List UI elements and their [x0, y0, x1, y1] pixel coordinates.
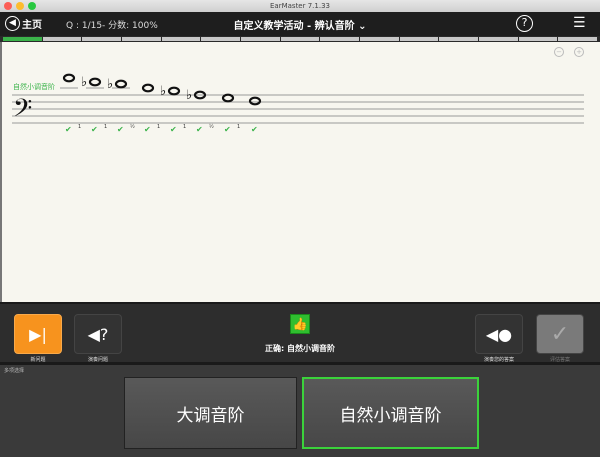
progress-segment: [280, 37, 320, 41]
title-bar: EarMaster 7.1.33: [0, 0, 600, 12]
whole-note: [167, 86, 181, 96]
interval-label: 1: [104, 124, 108, 130]
progress-segment: [42, 37, 82, 41]
control-panel: ▶| 新问题 ◀? 演奏问题 👍 正确: 自然小调音阶 ◀● 演奏您的答案 ✓ …: [0, 302, 600, 365]
progress-segment: [479, 37, 518, 41]
progress-segment: [320, 37, 360, 41]
interval-label: 1: [237, 124, 241, 130]
whole-note: [88, 77, 102, 87]
interval-label: ½: [130, 124, 135, 130]
speaker-question-icon: ◀?: [87, 324, 109, 344]
checkmark-icon: ✓: [550, 321, 570, 347]
flat-icon: ♭: [186, 88, 192, 103]
whole-note: [114, 79, 128, 89]
new-question-label: 新问题: [30, 357, 46, 363]
notation-area: − + 自然小调音阶 𝄢 ♭ ♭ ♭ ♭ ✔ 1 ✔ 1 ✔ ½ ✔ 1 ✔ 1 ✔ ½ ✔ 1 ✔: [0, 42, 600, 302]
speaker-person-icon: ◀●: [485, 324, 513, 344]
window-title: EarMaster 7.1.33: [270, 2, 330, 10]
progress-segment: [399, 37, 439, 41]
chevron-down-icon: ⌄: [358, 21, 367, 32]
whole-note: [248, 96, 262, 106]
correct-check-icon: ✔: [170, 125, 177, 134]
correct-check-icon: ✔: [117, 125, 124, 134]
whole-note: [221, 93, 235, 103]
flat-icon: ♭: [81, 75, 87, 90]
interval-label: 1: [183, 124, 187, 130]
correct-check-icon: ✔: [224, 125, 231, 134]
correct-check-icon: ✔: [196, 125, 203, 134]
correct-check-icon: ✔: [251, 125, 258, 134]
answer-option-major[interactable]: 大调音阶: [124, 377, 297, 449]
progress-segment: [3, 37, 42, 41]
progress-segment: [122, 37, 161, 41]
play-answer-label: 演奏您的答案: [483, 357, 514, 363]
close-window-button[interactable]: [4, 2, 12, 10]
progress-segment: [241, 37, 280, 41]
progress-segment: [439, 37, 479, 41]
whole-note: [141, 83, 155, 93]
interval-label: 1: [78, 124, 82, 130]
progress-segment: [201, 37, 241, 41]
flat-icon: ♭: [160, 84, 166, 99]
bass-clef-icon: 𝄢: [13, 94, 32, 129]
progress-segment: [161, 37, 201, 41]
interval-label: ½: [209, 124, 214, 130]
evaluate-button[interactable]: ✓: [536, 314, 584, 354]
multiple-choice-label: 多项选择: [4, 368, 25, 374]
progress-segment: [518, 37, 558, 41]
exercise-title-dropdown[interactable]: 自定义教学活动 - 辨认音阶 ⌄: [0, 17, 600, 32]
exercise-title: 自定义教学活动 - 辨认音阶: [233, 21, 355, 32]
skip-next-icon: ▶|: [29, 324, 47, 344]
progress-segment: [558, 37, 598, 41]
toolbar: ◀ 主页 Q : 1/15- 分数: 100% 自定义教学活动 - 辨认音阶 ⌄ …: [0, 12, 600, 36]
interval-label: 1: [157, 124, 161, 130]
correct-check-icon: ✔: [91, 125, 98, 134]
correct-check-icon: ✔: [144, 125, 151, 134]
answer-option-natural-minor[interactable]: 自然小调音阶: [302, 377, 479, 449]
whole-note: [62, 73, 76, 83]
evaluate-label: 评估答案: [549, 357, 570, 363]
play-answer-button[interactable]: ◀●: [475, 314, 523, 354]
help-button[interactable]: ?: [516, 15, 533, 32]
staff-notation: 𝄢 ♭ ♭ ♭ ♭: [12, 73, 584, 129]
play-question-label: 演奏问题: [87, 357, 108, 363]
thumbs-up-icon: 👍: [290, 314, 310, 334]
minimize-window-button[interactable]: [16, 2, 24, 10]
correct-check-icon: ✔: [65, 125, 72, 134]
progress-segment: [360, 37, 399, 41]
progress-segment: [82, 37, 122, 41]
maximize-window-button[interactable]: [28, 2, 36, 10]
flat-icon: ♭: [107, 77, 113, 92]
menu-icon[interactable]: ☰: [573, 15, 586, 31]
